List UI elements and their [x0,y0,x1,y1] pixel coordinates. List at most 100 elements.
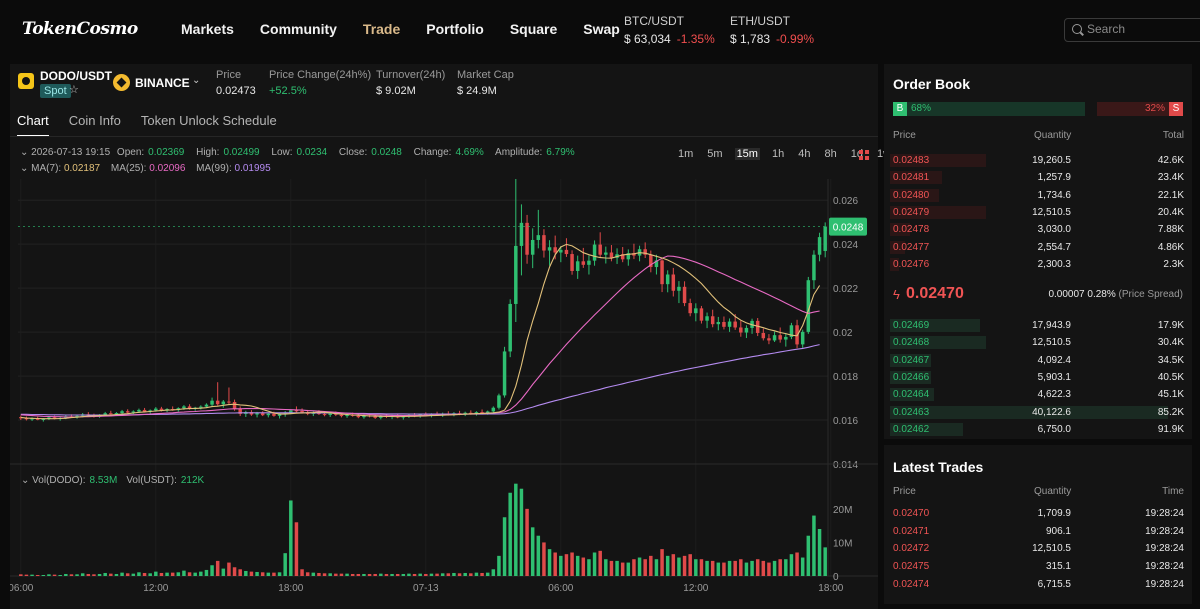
volume-bar [772,560,777,576]
high-label: High: [196,147,220,158]
brand-logo[interactable]: TokenCosmo [22,13,140,47]
ticker-eth[interactable]: ETH/USDT $ 1,783 -0.99% [730,14,814,46]
tab-coin-info[interactable]: Coin Info [69,113,121,137]
volume-bar [322,573,327,576]
volume-bar [733,560,737,576]
interval-1m[interactable]: 1m [676,148,695,160]
volume-bar [97,573,102,576]
exchange-name[interactable]: BINANCE [135,76,190,90]
pair-symbol[interactable]: DODO/USDT [40,69,112,83]
time-tick-label: 07-13 [413,583,439,594]
order-row[interactable]: 0.02467 4,092.4 34.5K [884,352,1192,369]
nav-swap[interactable]: Swap [583,21,620,37]
time-tick-label: 12:00 [143,583,168,594]
fullscreen-icon[interactable] [859,150,869,160]
vol-usdt-label: Vol(USDT): [126,475,177,486]
stat-market-cap: Market Cap $ 24.9M [457,69,514,97]
interval-1h[interactable]: 1h [770,148,786,160]
volume-bars [19,483,827,576]
order-row[interactable]: 0.02479 12,510.5 20.4K [884,204,1192,221]
order-row[interactable]: 0.02478 3,030.0 7.88K [884,221,1192,238]
volume-bar [215,560,220,576]
order-price: 0.02478 [893,224,930,236]
volume-bar [671,554,676,576]
volume-bar [114,573,119,576]
order-row[interactable]: 0.02476 2,300.3 2.3K [884,256,1192,273]
interval-5m[interactable]: 5m [705,148,724,160]
order-row[interactable]: 0.02464 4,622.3 45.1K [884,386,1192,403]
order-row[interactable]: 0.02469 17,943.9 17.9K [884,317,1192,334]
tab-token-unlock[interactable]: Token Unlock Schedule [141,113,277,137]
volume-bar [260,572,265,576]
volume-bar [120,572,124,576]
candle-body [716,321,721,325]
volume-bar [699,559,704,576]
order-row[interactable]: 0.02466 5,903.1 40.5K [884,369,1192,386]
stat-value: +52.5% [269,85,307,97]
search-box[interactable] [1064,18,1200,42]
vol-usdt-value: 212K [181,475,205,486]
volume-bar [547,549,552,576]
chevron-down-icon[interactable]: ⌄ [192,75,200,86]
nav-square[interactable]: Square [510,21,557,37]
order-row[interactable]: 0.02483 19,260.5 42.6K [884,152,1192,169]
interval-15m[interactable]: 15m [734,148,760,160]
volume-bar [334,573,338,576]
order-total: 34.5K [1157,354,1184,366]
ma25-value: 0.02096 [149,163,186,174]
volume-bar [19,574,23,576]
volume-bar [210,565,214,576]
volume-bar [390,573,394,576]
price-tick-label: 0.018 [833,372,858,383]
collapse-icon[interactable]: ⌄ [20,147,31,158]
order-row[interactable]: 0.02481 1,257.9 23.4K [884,169,1192,186]
search-input[interactable] [1087,22,1197,36]
open-label: Open: [116,147,145,158]
pair-header: DODO/USDT Spot ☆ BINANCE ⌄ Price 0.02473… [10,64,878,104]
volume-bar [609,560,614,576]
lightning-icon: ϟ [893,287,900,302]
order-quantity: 4,092.4 [1037,354,1071,366]
amplitude-label: Amplitude: [495,147,543,158]
top-nav-bar: TokenCosmo Markets Community Trade Portf… [0,0,1200,62]
order-total: 20.4K [1157,206,1184,218]
order-row[interactable]: 0.02477 2,554.7 4.86K [884,239,1192,256]
trade-quantity: 315.1 [1045,561,1071,573]
volume-bar [249,571,254,576]
candlestick-chart[interactable]: 0.026 0.024 0.022 0.02 0.018 0.016 0.014 06:00 1… [10,179,878,609]
order-row[interactable]: 0.02462 6,750.0 91.9K [884,421,1192,438]
stat-price: Price 0.02473 [216,69,256,97]
order-row[interactable]: 0.02468 12,510.5 30.4K [884,334,1192,351]
nav-portfolio[interactable]: Portfolio [426,21,484,37]
volume-bar [266,572,271,576]
amplitude-value: 6.79% [546,147,575,158]
volume-bar [604,559,608,576]
nav-community[interactable]: Community [260,21,337,37]
collapse-icon[interactable]: ⌄ [20,163,31,174]
order-quantity: 40,122.6 [1032,406,1071,418]
candle-body [502,351,507,396]
ma-readout: ⌄ MA(7): 0.02187 MA(25): 0.02096 MA(99):… [20,163,271,174]
volume-bar [395,573,400,576]
volume-bar [469,573,473,576]
volume-tick-label: 20M [833,505,852,516]
nav-markets[interactable]: Markets [181,21,234,37]
order-quantity: 3,030.0 [1037,224,1071,236]
order-price: 0.02467 [893,354,930,366]
interval-4h[interactable]: 4h [796,148,812,160]
volume-bar [795,552,799,576]
stat-value: $ 24.9M [457,85,497,97]
candle-body [575,261,580,271]
ticker-btc[interactable]: BTC/USDT $ 63,034 -1.35% [624,14,715,46]
volume-bar [328,573,332,576]
candle-body [300,411,304,413]
order-row[interactable]: 0.02463 40,122.6 85.2K [884,404,1192,421]
volume-bar [373,573,377,576]
candle-body [497,395,501,408]
interval-8h[interactable]: 8h [822,148,838,160]
time-tick-label: 06:00 [548,583,573,594]
tab-chart[interactable]: Chart [17,113,49,137]
favorite-star-icon[interactable]: ☆ [69,83,79,96]
nav-trade[interactable]: Trade [363,21,400,37]
order-row[interactable]: 0.02480 1,734.6 22.1K [884,187,1192,204]
